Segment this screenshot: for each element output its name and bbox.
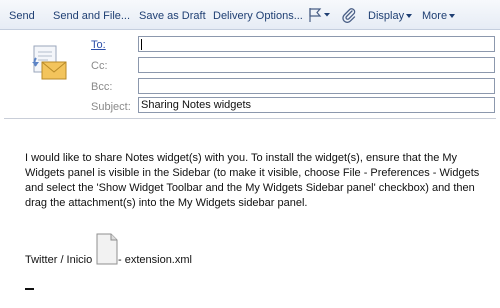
delivery-options-button[interactable]: Delivery Options... — [213, 10, 303, 23]
header-divider — [4, 118, 496, 119]
subject-value: Sharing Notes widgets — [141, 99, 252, 111]
cc-label: Cc: — [91, 60, 108, 72]
bcc-label: Bcc: — [91, 81, 113, 93]
attachment-prefix: Twitter / Inicio — [25, 254, 93, 266]
text-insertion-mark — [25, 288, 34, 290]
attachment-filename: - extension.xml — [118, 254, 192, 266]
cc-field[interactable] — [138, 57, 495, 73]
subject-label: Subject: — [91, 101, 131, 113]
to-label[interactable]: To: — [91, 38, 106, 52]
save-as-draft-button[interactable]: Save as Draft — [139, 10, 206, 23]
chevron-down-icon — [406, 14, 413, 19]
to-field[interactable] — [138, 36, 495, 52]
flag-icon[interactable] — [308, 7, 332, 26]
more-menu[interactable]: More — [422, 10, 456, 23]
document-icon[interactable] — [96, 233, 118, 265]
paperclip-icon[interactable] — [341, 7, 357, 26]
display-label: Display — [368, 10, 405, 22]
send-button[interactable]: Send — [9, 10, 35, 23]
envelope-icon — [30, 44, 70, 84]
address-header: To: Cc: Bcc: Subject: Sharing Notes widg… — [0, 30, 500, 118]
message-body[interactable]: I would like to share Notes widget(s) wi… — [25, 151, 487, 211]
chevron-down-icon — [449, 14, 456, 19]
bcc-field[interactable] — [138, 78, 495, 94]
toolbar: Send Send and File... Save as Draft Deli… — [0, 0, 500, 30]
subject-field[interactable]: Sharing Notes widgets — [138, 97, 495, 113]
display-menu[interactable]: Display — [368, 10, 413, 23]
text-cursor — [141, 39, 142, 50]
more-label: More — [422, 10, 448, 22]
send-and-file-button[interactable]: Send and File... — [53, 10, 130, 23]
